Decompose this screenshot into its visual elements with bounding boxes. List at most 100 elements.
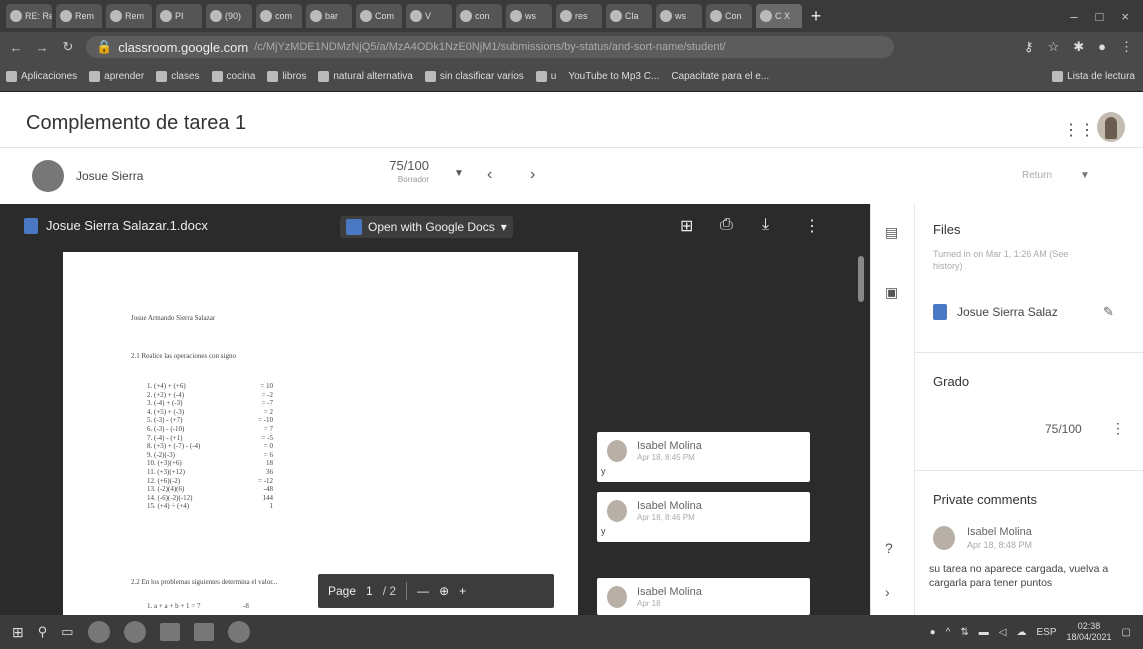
bookmark-folder[interactable]: natural alternativa bbox=[318, 71, 413, 82]
bookmark-folder[interactable]: libros bbox=[267, 71, 306, 82]
browser-tab[interactable]: Rem bbox=[56, 4, 102, 28]
browser-tab[interactable]: res bbox=[556, 4, 602, 28]
grade-more-icon[interactable]: ⋮ bbox=[1111, 420, 1125, 437]
pager-divider bbox=[406, 582, 408, 600]
zoom-icon[interactable]: ⊕ bbox=[439, 584, 449, 598]
tab-favicon-icon bbox=[760, 10, 772, 22]
add-comment-icon[interactable]: ⊞ bbox=[680, 216, 693, 236]
bookmark-link[interactable]: Capacitate para el e... bbox=[671, 71, 769, 82]
browser-tab[interactable]: Cla bbox=[606, 4, 652, 28]
forward-arrow-icon[interactable]: → bbox=[34, 40, 50, 55]
bookmark-folder[interactable]: cocina bbox=[211, 71, 255, 82]
browser-tab[interactable]: bar bbox=[306, 4, 352, 28]
close-window-button[interactable]: × bbox=[1121, 9, 1129, 24]
return-button[interactable]: Return bbox=[1022, 170, 1052, 181]
page-total: / 2 bbox=[382, 584, 397, 598]
onedrive-icon[interactable]: ☁ bbox=[1016, 627, 1026, 638]
print-icon[interactable]: ⎙ bbox=[720, 216, 733, 234]
browser-tab[interactable]: con bbox=[456, 4, 502, 28]
back-arrow-icon[interactable]: ← bbox=[8, 40, 24, 55]
comment-card[interactable]: Isabel Molina Apr 18 bbox=[597, 578, 810, 615]
bookmark-folder[interactable]: u bbox=[535, 71, 556, 82]
folder-icon bbox=[89, 71, 101, 82]
url-field[interactable]: 🔒 classroom.google.com /c/MjYzMDE1NDMzNj… bbox=[86, 36, 895, 58]
bookmark-folder[interactable]: aprender bbox=[89, 71, 144, 82]
attachment-item[interactable]: Josue Sierra Salaz bbox=[933, 304, 1058, 320]
grade-field[interactable]: 75/100 Borrador bbox=[369, 158, 429, 184]
bookmark-folder[interactable]: clases bbox=[156, 71, 200, 82]
zoom-out-icon[interactable]: — bbox=[417, 584, 429, 598]
file-info-icon[interactable]: ▤ bbox=[885, 224, 898, 241]
key-icon[interactable]: ⚷ bbox=[1024, 39, 1034, 55]
network-icon[interactable]: ⇅ bbox=[960, 627, 968, 638]
viewer-scrollbar[interactable] bbox=[858, 256, 864, 302]
browser-tab[interactable]: RE: Rem bbox=[6, 4, 52, 28]
page-label: Page bbox=[328, 584, 357, 598]
edit-icon[interactable]: ✎ bbox=[1103, 304, 1114, 320]
battery-icon[interactable]: ▬ bbox=[979, 627, 989, 638]
next-student-icon[interactable]: › bbox=[530, 166, 535, 184]
docx-file-icon bbox=[933, 304, 947, 320]
browser-tab-active[interactable]: C X bbox=[756, 4, 802, 28]
reload-icon[interactable]: ↻ bbox=[60, 39, 76, 55]
previous-student-icon[interactable]: ‹ bbox=[487, 166, 492, 184]
search-icon[interactable]: ⚲ bbox=[38, 624, 48, 640]
windows-start-icon[interactable]: ⊞ bbox=[12, 624, 24, 641]
notifications-icon[interactable]: ▢ bbox=[1122, 627, 1131, 638]
bookmark-folder[interactable]: sin clasificar varios bbox=[424, 71, 524, 82]
grade-value-field[interactable]: 75/100 bbox=[1045, 422, 1082, 436]
extensions-icon[interactable]: ✱ bbox=[1073, 39, 1084, 55]
browser-tab[interactable]: (90) bbox=[206, 4, 252, 28]
profile-icon[interactable]: ● bbox=[1098, 39, 1106, 55]
tab-favicon-icon bbox=[460, 10, 472, 22]
comment-date: Apr 18 bbox=[637, 599, 661, 608]
language-indicator[interactable]: ESP bbox=[1036, 627, 1056, 638]
list-item: 15. (+4) ÷ (+4) 1 bbox=[147, 502, 273, 511]
private-commenter-name: Isabel Molina bbox=[967, 526, 1032, 538]
browser-menu-icon[interactable]: ⋮ bbox=[1120, 39, 1133, 55]
chrome-taskbar-icon[interactable] bbox=[87, 621, 110, 643]
browser-tab[interactable]: Con bbox=[706, 4, 752, 28]
browser-taskbar-icon[interactable] bbox=[123, 621, 146, 643]
download-icon[interactable]: ⤓ bbox=[762, 216, 769, 234]
viewer-more-icon[interactable]: ⋮ bbox=[804, 216, 820, 236]
reading-list-button[interactable]: Lista de lectura bbox=[1052, 71, 1143, 82]
volume-icon[interactable]: ◁ bbox=[999, 627, 1007, 638]
tab-favicon-icon bbox=[510, 10, 522, 22]
new-tab-button[interactable]: + bbox=[806, 6, 826, 27]
app-taskbar-icon[interactable] bbox=[159, 623, 180, 641]
word-taskbar-icon[interactable] bbox=[193, 623, 214, 641]
star-icon[interactable]: ☆ bbox=[1048, 39, 1060, 55]
browser-tab[interactable]: Rem bbox=[106, 4, 152, 28]
expand-panel-icon[interactable]: › bbox=[885, 584, 890, 600]
browser-tab[interactable]: com bbox=[256, 4, 302, 28]
minimize-button[interactable]: – bbox=[1070, 9, 1077, 24]
bookmark-link[interactable]: YouTube to Mp3 C... bbox=[568, 71, 659, 82]
browser-tab[interactable]: PI bbox=[156, 4, 202, 28]
open-with-google-docs-button[interactable]: Open with Google Docs ▾ bbox=[340, 216, 513, 238]
student-dropdown-icon[interactable]: ▼ bbox=[454, 168, 464, 179]
chrome-taskbar-icon[interactable] bbox=[227, 621, 250, 643]
browser-tab[interactable]: V bbox=[406, 4, 452, 28]
task-view-icon[interactable]: ▭ bbox=[61, 624, 73, 640]
help-icon[interactable]: ? bbox=[885, 540, 893, 556]
browser-tab[interactable]: ws bbox=[656, 4, 702, 28]
clock-date: 18/04/2021 bbox=[1066, 632, 1112, 642]
tray-up-arrow-icon[interactable]: ^ bbox=[946, 627, 951, 638]
student-name[interactable]: Josue Sierra bbox=[76, 169, 143, 183]
account-avatar[interactable] bbox=[1097, 112, 1125, 142]
tray-app-icon[interactable]: ● bbox=[930, 627, 936, 638]
list-item: 13. (-2)(4)(6) -48 bbox=[147, 485, 273, 494]
return-dropdown-icon[interactable]: ▼ bbox=[1080, 170, 1090, 181]
comment-card[interactable]: Isabel Molina Apr 18, 8:45 PM y bbox=[597, 432, 810, 482]
maximize-button[interactable]: □ bbox=[1096, 9, 1104, 24]
clock[interactable]: 02:38 18/04/2021 bbox=[1067, 621, 1112, 643]
browser-tab[interactable]: Com bbox=[356, 4, 402, 28]
comments-icon[interactable]: ▣ bbox=[885, 284, 898, 301]
page-current[interactable]: 1 bbox=[366, 584, 373, 598]
bookmark-apps[interactable]: Aplicaciones bbox=[6, 71, 77, 82]
comment-card[interactable]: Isabel Molina Apr 18, 8:46 PM y bbox=[597, 492, 810, 542]
browser-tab[interactable]: ws bbox=[506, 4, 552, 28]
list-item: 9. (-2)(-3) = 6 bbox=[147, 450, 273, 459]
zoom-in-icon[interactable]: + bbox=[459, 584, 466, 598]
